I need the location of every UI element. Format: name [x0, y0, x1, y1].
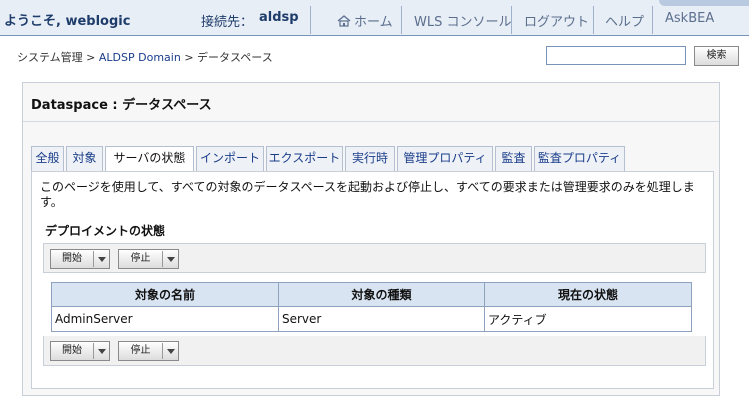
tab-export[interactable]: エクスポート: [266, 146, 343, 171]
panel-divider: [23, 121, 719, 122]
dataspace-panel: Dataspace : データスペース 全般 対象 サーバの状態 インポート エ…: [22, 82, 720, 396]
nav-separator: [401, 6, 402, 34]
column-header-target-type[interactable]: 対象の種類: [278, 282, 485, 307]
nav-askbea-link[interactable]: AskBEA: [665, 11, 714, 26]
deployment-status-table: 対象の名前 対象の種類 現在の状態 AdminServer Server アクテ…: [51, 282, 692, 332]
start-split-button[interactable]: 開始: [50, 249, 110, 269]
home-icon: [337, 15, 351, 27]
start-button-label: 開始: [62, 345, 82, 356]
tab-import[interactable]: インポート: [196, 146, 264, 171]
column-header-target-name[interactable]: 対象の名前: [51, 282, 279, 307]
tab-content: このページを使用して、すべての対象のデータスペースを起動および停止し、すべての要…: [31, 171, 714, 389]
breadcrumb-separator: >: [86, 51, 96, 64]
nav-separator: [593, 6, 594, 34]
cell-target-type: Server: [278, 306, 485, 332]
stop-button-label: 停止: [130, 253, 151, 264]
panel-title: Dataspace : データスペース: [31, 98, 212, 113]
column-header-current-status[interactable]: 現在の状態: [484, 282, 692, 307]
breadcrumb-aldsp-domain[interactable]: ALDSP Domain: [99, 51, 181, 64]
stop-split-button[interactable]: 停止: [118, 341, 179, 361]
nav-home-label: ホーム: [354, 15, 393, 30]
breadcrumb: システム管理 > ALDSP Domain > データスペース: [17, 49, 273, 65]
nav-separator: [652, 6, 653, 34]
connection-value: aldsp: [259, 10, 299, 25]
split-divider: [162, 343, 163, 359]
search-input[interactable]: [546, 46, 686, 65]
chevron-down-icon: [98, 349, 106, 354]
cell-target-name: AdminServer: [51, 306, 279, 332]
tab-audit[interactable]: 監査: [495, 146, 532, 171]
tab-general[interactable]: 全般: [31, 146, 64, 171]
connection-label: 接続先：: [201, 15, 254, 30]
breadcrumb-system-admin[interactable]: システム管理: [17, 51, 83, 64]
nav-separator: [310, 6, 311, 34]
header-corner-decoration: [659, 0, 749, 6]
table-toolbar-bottom: 開始 停止: [43, 336, 706, 366]
start-button-label: 開始: [62, 253, 82, 264]
page-description: このページを使用して、すべての対象のデータスペースを起動および停止し、すべての要…: [40, 180, 695, 209]
breadcrumb-current: データスペース: [197, 51, 273, 64]
split-divider: [93, 251, 94, 267]
cell-current-status: アクティブ: [484, 306, 692, 332]
split-divider: [162, 251, 163, 267]
stop-button-label: 停止: [130, 345, 151, 356]
table-toolbar-top: 開始 停止: [43, 243, 706, 273]
nav-separator: [511, 6, 512, 34]
table-header-row: 対象の名前 対象の種類 現在の状態: [51, 282, 692, 307]
tab-audit-properties[interactable]: 監査プロパティ: [534, 146, 625, 171]
nav-help-link[interactable]: ヘルプ: [605, 11, 644, 30]
search-button[interactable]: 検索: [694, 46, 739, 66]
tab-runtime[interactable]: 実行時: [345, 146, 395, 171]
section-title: デプロイメントの状態: [45, 224, 166, 238]
stop-split-button[interactable]: 停止: [118, 249, 179, 269]
nav-logout-link[interactable]: ログアウト: [524, 11, 589, 30]
tab-admin-properties[interactable]: 管理プロパティ: [397, 146, 493, 171]
start-split-button[interactable]: 開始: [50, 341, 110, 361]
tab-server-status[interactable]: サーバの状態: [105, 146, 194, 172]
chevron-down-icon: [98, 257, 106, 262]
split-divider: [93, 343, 94, 359]
nav-home-link[interactable]: ホーム: [337, 11, 393, 30]
chevron-down-icon: [167, 349, 175, 354]
breadcrumb-separator: >: [184, 51, 194, 64]
tab-targets[interactable]: 対象: [66, 146, 103, 171]
table-row: AdminServer Server アクティブ: [51, 306, 692, 332]
chevron-down-icon: [167, 257, 175, 262]
top-header-bar: ようこそ, weblogic 接続先： aldsp ホーム WLS コンソール …: [0, 0, 749, 36]
welcome-text: ようこそ, weblogic: [4, 14, 131, 29]
nav-wls-console-link[interactable]: WLS コンソール: [414, 11, 511, 30]
